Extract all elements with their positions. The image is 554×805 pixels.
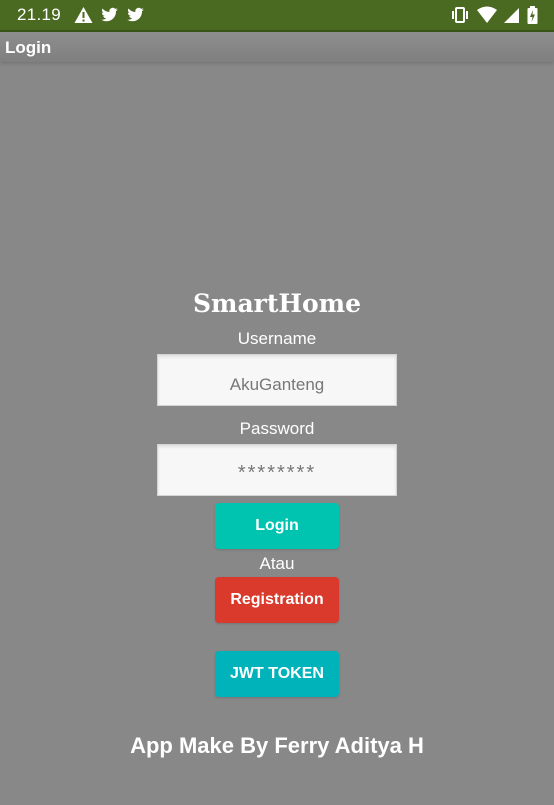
jwt-token-button[interactable]: JWT TOKEN xyxy=(215,651,339,697)
password-input[interactable] xyxy=(157,444,397,496)
username-label: Username xyxy=(237,329,317,348)
cell-signal-icon xyxy=(504,6,520,24)
twitter-icon xyxy=(100,6,119,24)
battery-icon xyxy=(527,6,538,24)
separator-text: Atau xyxy=(259,554,295,573)
system-icons xyxy=(450,6,538,24)
warning-icon xyxy=(74,6,93,24)
username-input[interactable] xyxy=(157,354,397,406)
app-title: SmartHome xyxy=(192,289,362,318)
app-bar: Login xyxy=(0,32,554,62)
login-button[interactable]: Login xyxy=(215,503,339,549)
notification-icons xyxy=(74,6,145,24)
app-bar-title: Login xyxy=(5,38,52,57)
password-label: Password xyxy=(239,419,315,438)
vibrate-icon xyxy=(450,6,470,24)
wifi-icon xyxy=(477,6,497,24)
footer-credit: App Make By Ferry Aditya H xyxy=(130,733,424,758)
status-time: 21.19 xyxy=(17,5,62,24)
registration-button[interactable]: Registration xyxy=(215,577,339,623)
status-bar: 21.19 xyxy=(0,0,554,32)
twitter-icon xyxy=(126,6,145,24)
